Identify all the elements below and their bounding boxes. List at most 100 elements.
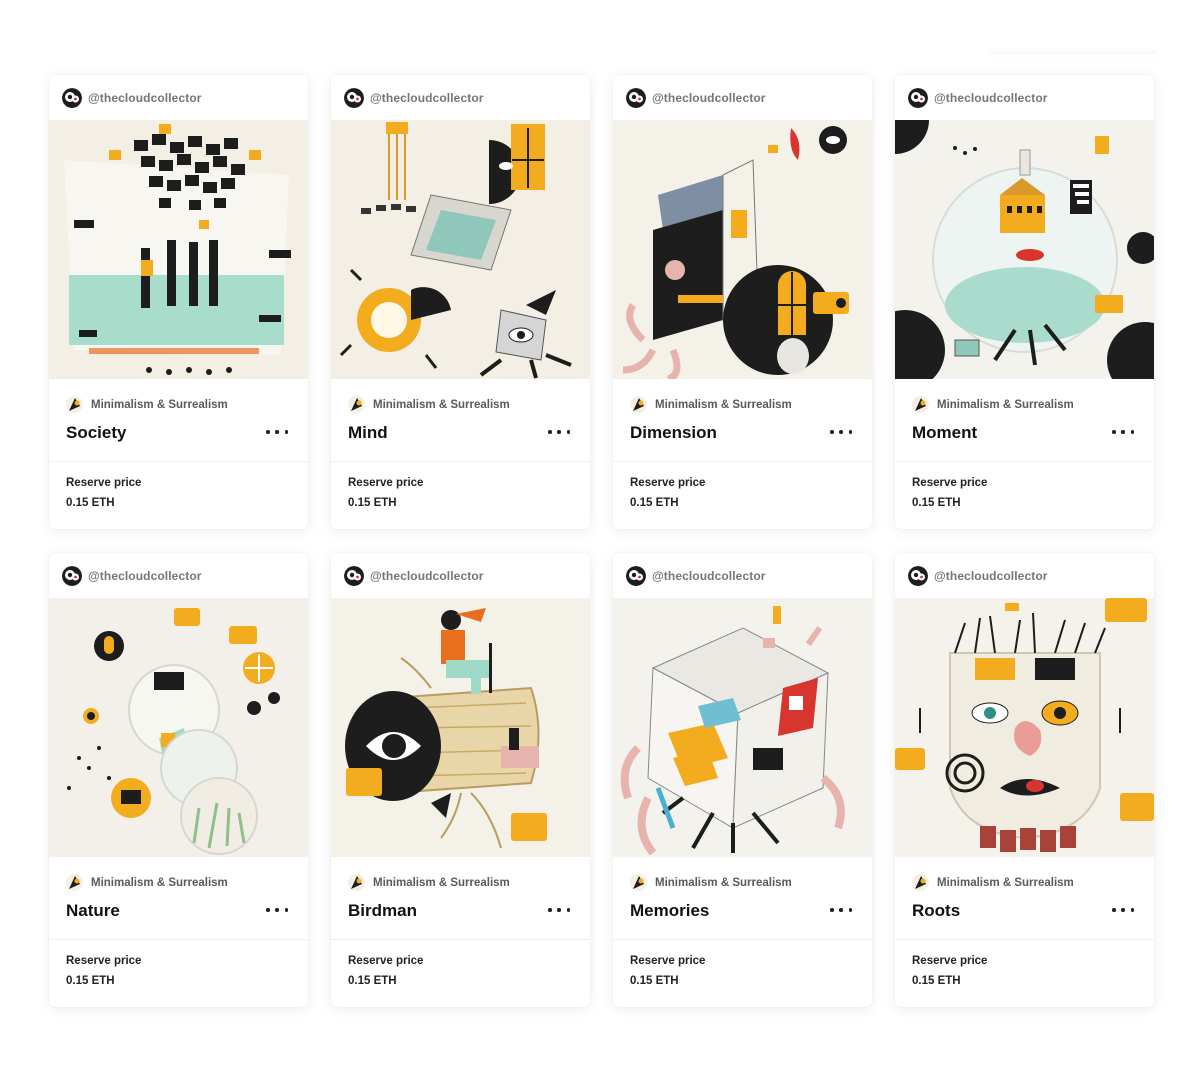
artwork-birdman[interactable] xyxy=(331,598,590,857)
price-section: Reserve price 0.15 ETH xyxy=(49,940,308,987)
collection-link[interactable]: Minimalism & Surrealism xyxy=(66,874,228,891)
nft-card[interactable]: @thecloudcollector Minimalism & Surreali… xyxy=(895,75,1154,529)
artwork-mind[interactable] xyxy=(331,120,590,379)
reserve-price-label: Reserve price xyxy=(630,477,706,489)
artwork-dimension[interactable] xyxy=(613,120,872,379)
reserve-price-label: Reserve price xyxy=(912,955,988,967)
card-header: @thecloudcollector xyxy=(331,75,590,120)
top-edge-shadow xyxy=(990,54,1158,60)
card-header: @thecloudcollector xyxy=(49,553,308,598)
collection-icon xyxy=(630,396,647,413)
reserve-price-label: Reserve price xyxy=(66,955,142,967)
more-options-icon[interactable] xyxy=(1112,902,1134,918)
reserve-price-value: 0.15 ETH xyxy=(66,975,115,987)
creator-avatar[interactable] xyxy=(344,565,364,586)
more-options-icon[interactable] xyxy=(830,902,852,918)
creator-handle[interactable]: @thecloudcollector xyxy=(88,91,202,105)
reserve-price-label: Reserve price xyxy=(66,477,142,489)
nft-card[interactable]: @thecloudcollector Minimalism & Surreali… xyxy=(613,553,872,1007)
artwork-title[interactable]: Society xyxy=(66,423,126,443)
creator-avatar[interactable] xyxy=(908,565,928,586)
collection-link[interactable]: Minimalism & Surrealism xyxy=(348,874,510,891)
collection-link[interactable]: Minimalism & Surrealism xyxy=(630,874,792,891)
price-section: Reserve price 0.15 ETH xyxy=(613,940,872,987)
nft-card[interactable]: @thecloudcollector Minimalism & Surreali… xyxy=(895,553,1154,1007)
card-meta: Minimalism & Surrealism Roots xyxy=(895,857,1154,940)
more-options-icon[interactable] xyxy=(548,424,570,440)
card-meta: Minimalism & Surrealism Society xyxy=(49,379,308,462)
more-options-icon[interactable] xyxy=(266,902,288,918)
collection-link[interactable]: Minimalism & Surrealism xyxy=(66,396,228,413)
card-header: @thecloudcollector xyxy=(613,75,872,120)
collection-icon xyxy=(630,874,647,891)
nft-card[interactable]: @thecloudcollector Minimalism & Surreali… xyxy=(331,75,590,529)
reserve-price-value: 0.15 ETH xyxy=(66,497,115,509)
price-section: Reserve price 0.15 ETH xyxy=(895,462,1154,509)
creator-handle[interactable]: @thecloudcollector xyxy=(934,569,1048,583)
creator-handle[interactable]: @thecloudcollector xyxy=(652,569,766,583)
artwork-society[interactable] xyxy=(49,120,308,379)
creator-avatar[interactable] xyxy=(626,87,646,108)
artwork-roots[interactable] xyxy=(895,598,1154,857)
creator-avatar[interactable] xyxy=(344,87,364,108)
artwork-title[interactable]: Moment xyxy=(912,423,977,443)
creator-handle[interactable]: @thecloudcollector xyxy=(370,91,484,105)
creator-avatar[interactable] xyxy=(62,565,82,586)
reserve-price-label: Reserve price xyxy=(348,477,424,489)
price-section: Reserve price 0.15 ETH xyxy=(613,462,872,509)
artwork-title[interactable]: Nature xyxy=(66,901,120,921)
collection-icon xyxy=(348,874,365,891)
reserve-price-value: 0.15 ETH xyxy=(348,975,397,987)
artwork-memories[interactable] xyxy=(613,598,872,857)
card-header: @thecloudcollector xyxy=(895,75,1154,120)
more-options-icon[interactable] xyxy=(266,424,288,440)
more-options-icon[interactable] xyxy=(548,902,570,918)
card-header: @thecloudcollector xyxy=(49,75,308,120)
card-header: @thecloudcollector xyxy=(613,553,872,598)
card-meta: Minimalism & Surrealism Dimension xyxy=(613,379,872,462)
creator-avatar[interactable] xyxy=(626,565,646,586)
collection-icon xyxy=(66,396,83,413)
creator-handle[interactable]: @thecloudcollector xyxy=(934,91,1048,105)
card-header: @thecloudcollector xyxy=(895,553,1154,598)
nft-card[interactable]: @thecloudcollector Minimalism & Surreali… xyxy=(331,553,590,1007)
collection-link[interactable]: Minimalism & Surrealism xyxy=(630,396,792,413)
creator-handle[interactable]: @thecloudcollector xyxy=(88,569,202,583)
reserve-price-value: 0.15 ETH xyxy=(348,497,397,509)
price-section: Reserve price 0.15 ETH xyxy=(895,940,1154,987)
price-section: Reserve price 0.15 ETH xyxy=(331,940,590,987)
collection-name: Minimalism & Surrealism xyxy=(937,398,1074,411)
more-options-icon[interactable] xyxy=(830,424,852,440)
artwork-title[interactable]: Dimension xyxy=(630,423,717,443)
creator-handle[interactable]: @thecloudcollector xyxy=(652,91,766,105)
nft-card[interactable]: @thecloudcollector Minimalism & Surreali… xyxy=(49,75,308,529)
reserve-price-label: Reserve price xyxy=(630,955,706,967)
artwork-title[interactable]: Mind xyxy=(348,423,388,443)
creator-avatar[interactable] xyxy=(908,87,928,108)
card-meta: Minimalism & Surrealism Memories xyxy=(613,857,872,940)
collection-name: Minimalism & Surrealism xyxy=(373,398,510,411)
creator-handle[interactable]: @thecloudcollector xyxy=(370,569,484,583)
nft-card[interactable]: @thecloudcollector Minimalism & Surreali… xyxy=(613,75,872,529)
artwork-nature[interactable] xyxy=(49,598,308,857)
collection-link[interactable]: Minimalism & Surrealism xyxy=(348,396,510,413)
nft-card[interactable]: @thecloudcollector Minimalism & Surreali… xyxy=(49,553,308,1007)
card-meta: Minimalism & Surrealism Mind xyxy=(331,379,590,462)
card-meta: Minimalism & Surrealism Birdman xyxy=(331,857,590,940)
collection-icon xyxy=(912,396,929,413)
artwork-title[interactable]: Roots xyxy=(912,901,960,921)
creator-avatar[interactable] xyxy=(62,87,82,108)
price-section: Reserve price 0.15 ETH xyxy=(331,462,590,509)
card-meta: Minimalism & Surrealism Nature xyxy=(49,857,308,940)
collection-link[interactable]: Minimalism & Surrealism xyxy=(912,396,1074,413)
artwork-title[interactable]: Birdman xyxy=(348,901,417,921)
collection-icon xyxy=(348,396,365,413)
collection-link[interactable]: Minimalism & Surrealism xyxy=(912,874,1074,891)
reserve-price-label: Reserve price xyxy=(348,955,424,967)
artwork-title[interactable]: Memories xyxy=(630,901,709,921)
more-options-icon[interactable] xyxy=(1112,424,1134,440)
collection-name: Minimalism & Surrealism xyxy=(373,876,510,889)
collection-name: Minimalism & Surrealism xyxy=(655,398,792,411)
collection-name: Minimalism & Surrealism xyxy=(937,876,1074,889)
artwork-moment[interactable] xyxy=(895,120,1154,379)
